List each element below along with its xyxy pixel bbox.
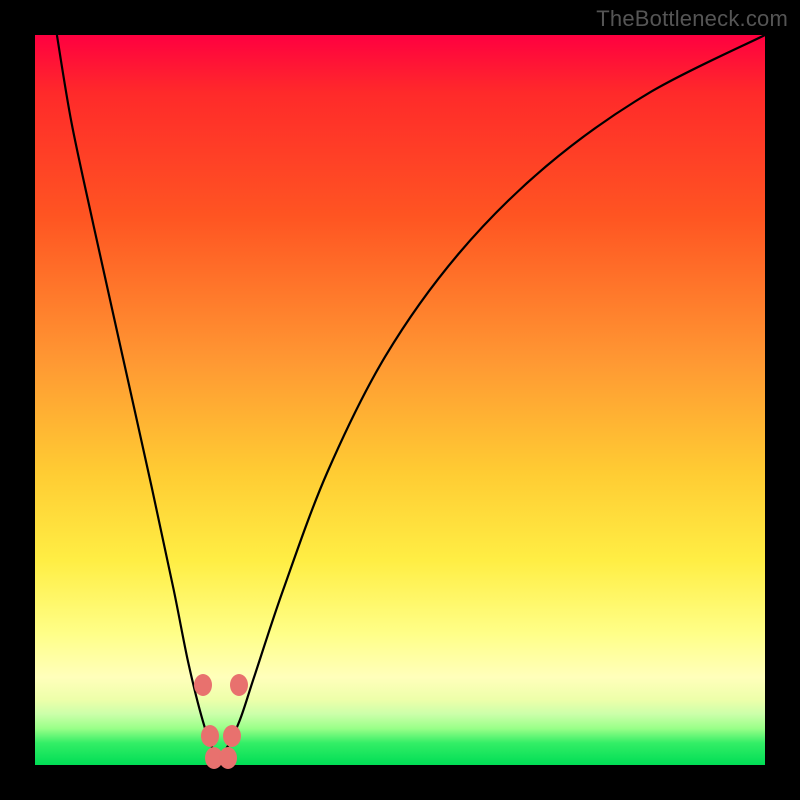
- chart-marker: [219, 747, 237, 769]
- chart-marker: [201, 725, 219, 747]
- chart-plot-area: [35, 35, 765, 765]
- chart-marker: [194, 674, 212, 696]
- watermark-text: TheBottleneck.com: [596, 6, 788, 32]
- chart-marker: [223, 725, 241, 747]
- chart-markers: [35, 35, 765, 765]
- chart-marker: [230, 674, 248, 696]
